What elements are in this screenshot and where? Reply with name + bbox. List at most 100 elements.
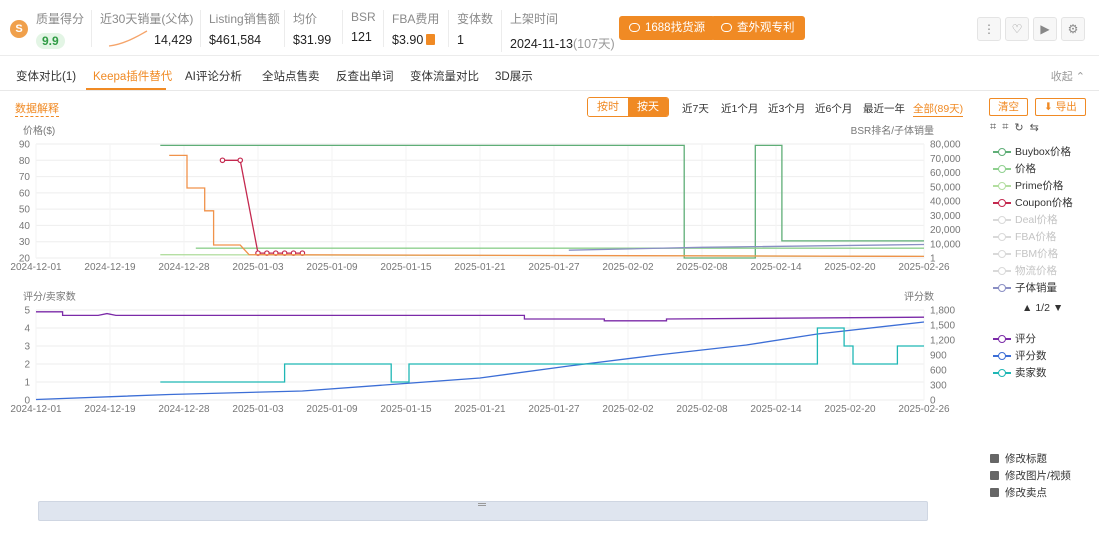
data-explain-link[interactable]: 数据解释 [15, 100, 59, 117]
legend-label: 卖家数 [1015, 367, 1047, 379]
refresh-icon[interactable]: ↻ [1014, 121, 1023, 134]
range-6m[interactable]: 近6个月 [815, 101, 852, 116]
y-tick-label: 2 [24, 360, 30, 371]
legend-label: FBM价格 [1015, 248, 1059, 260]
series-point [219, 157, 226, 164]
price-legend-item[interactable]: Prime价格 [993, 177, 1073, 194]
export-button[interactable]: ⬇ 导出 [1035, 98, 1086, 116]
legend-marker-icon [993, 266, 1011, 276]
sales-sparkline [108, 30, 148, 47]
price-legend-item[interactable]: Coupon价格 [993, 194, 1073, 211]
expand-icon[interactable]: ⌗ [990, 121, 996, 134]
price-legend-item[interactable]: 价格 [993, 160, 1073, 177]
range-7d[interactable]: 近7天 [682, 101, 709, 116]
patent-check-button[interactable]: 查外观专利 [711, 16, 805, 40]
tab-reverse-keywords[interactable]: 反查出单词 [336, 68, 394, 84]
tab-3d-display[interactable]: 3D展示 [495, 68, 533, 84]
shrink-icon[interactable]: ⌗ [1002, 121, 1008, 134]
quality-label: 质量得分 [36, 12, 85, 26]
metric-quality: 质量得分 9.9 [36, 10, 84, 49]
gear-icon[interactable]: ⚙ [1061, 17, 1085, 41]
rating-legend-item[interactable]: 卖家数 [993, 364, 1047, 381]
revenue-value: $461,584 [209, 33, 262, 47]
x-tick-label: 2025-01-27 [528, 262, 580, 273]
heart-icon[interactable]: ♡ [1005, 17, 1029, 41]
y2-tick-label: 1,800 [930, 306, 955, 317]
y-tick-label: 50 [19, 205, 31, 216]
text-icon [990, 454, 999, 463]
y-tick-label: 3 [24, 342, 30, 353]
edit-media-action[interactable]: 修改图片/视频 [990, 467, 1071, 484]
y2-tick-label: 50,000 [930, 182, 961, 193]
price-legend-item[interactable]: FBA价格 [993, 228, 1073, 245]
more-icon[interactable]: ⋮ [977, 17, 1001, 41]
link-icon [629, 23, 640, 32]
x-tick-label: 2025-01-21 [454, 262, 506, 273]
tab-variant-traffic-compare[interactable]: 变体流量对比 [410, 68, 479, 84]
collapse-button[interactable]: 收起 ⌃ [1051, 68, 1085, 84]
price-legend-item[interactable]: FBM价格 [993, 245, 1073, 262]
swap-icon[interactable]: ⇆ [1030, 121, 1039, 134]
brand-logo-icon: S [10, 20, 28, 38]
legend-marker-icon [993, 368, 1011, 378]
legend-label: 评分 [1015, 333, 1036, 345]
variants-value: 1 [457, 33, 464, 47]
tab-variant-compare[interactable]: 变体对比(1) [16, 68, 76, 84]
price-legend-item[interactable]: 子体销量 [993, 279, 1073, 296]
quality-score-badge: 9.9 [36, 33, 65, 49]
price-legend-item[interactable]: 物流价格 [993, 262, 1073, 279]
legend-rating: 评分评分数卖家数 [993, 330, 1047, 381]
x-tick-label: 2024-12-28 [158, 404, 210, 415]
calculator-icon[interactable] [426, 34, 436, 45]
y2-axis-title: 评分数 [904, 290, 934, 303]
legend-marker-icon [993, 198, 1011, 208]
granularity-toggle: 按时 按天 [587, 97, 669, 117]
sales-label: 近30天销量(父体) [100, 12, 194, 26]
x-tick-label: 2025-02-14 [750, 262, 802, 273]
legend-label: 物流价格 [1015, 265, 1057, 277]
y2-tick-label: 300 [930, 381, 947, 392]
legend-controls: ⌗ ⌗ ↻ ⇆ [990, 121, 1039, 134]
legend-label: Deal价格 [1015, 214, 1058, 226]
legend-marker-icon [993, 181, 1011, 191]
legend-label: FBA价格 [1015, 231, 1057, 243]
listed-age: (107天) [573, 37, 615, 51]
quick-actions: 修改标题 修改图片/视频 修改卖点 [990, 450, 1071, 501]
price-legend-item[interactable]: Buybox价格 [993, 143, 1073, 160]
range-1y[interactable]: 最近一年 [863, 101, 905, 116]
price-legend-item[interactable]: Deal价格 [993, 211, 1073, 228]
x-tick-label: 2025-02-20 [824, 404, 876, 415]
legend-price: Buybox价格价格 Prime价格 Coupon价格 Deal价格 FBA价格 FBM价… [993, 143, 1073, 296]
x-tick-label: 2025-02-02 [602, 404, 654, 415]
range-all[interactable]: 全部(89天) [913, 101, 964, 117]
legend-pager[interactable]: ▲ 1/2 ▼ [1022, 302, 1063, 314]
find-source-1688-button[interactable]: 1688找货源 [619, 16, 716, 40]
y2-tick-label: 60,000 [930, 168, 961, 179]
legend-label: Coupon价格 [1015, 197, 1073, 209]
legend-marker-icon [993, 249, 1011, 259]
range-1m[interactable]: 近1个月 [721, 101, 758, 116]
fba-value: $3.90 [392, 33, 424, 47]
legend-marker-icon [993, 147, 1011, 157]
tab-keepa-alternative[interactable]: Keepa插件替代 [93, 68, 172, 84]
rating-legend-item[interactable]: 评分 [993, 330, 1047, 347]
rating-legend-item[interactable]: 评分数 [993, 347, 1047, 364]
range-3m[interactable]: 近3个月 [768, 101, 805, 116]
clear-button[interactable]: 清空 [989, 98, 1028, 116]
edit-title-action[interactable]: 修改标题 [990, 450, 1071, 467]
x-tick-label: 2024-12-19 [84, 404, 136, 415]
x-tick-label: 2025-02-08 [676, 262, 728, 273]
legend-label: Buybox价格 [1015, 146, 1072, 158]
y-tick-label: 5 [24, 306, 30, 317]
tab-ai-review-analysis[interactable]: AI评论分析 [185, 68, 242, 84]
by-hour-button[interactable]: 按时 [588, 98, 628, 116]
x-tick-label: 2025-02-08 [676, 404, 728, 415]
tab-all-sites-selling[interactable]: 全站点售卖 [262, 68, 320, 84]
scrollbar-grip-icon[interactable] [478, 503, 486, 506]
charts-area[interactable]: 价格($) BSR排名/子体销量2030405060708090110,00020… [0, 120, 980, 420]
by-day-button[interactable]: 按天 [628, 98, 668, 116]
video-icon[interactable]: ▶ [1033, 17, 1057, 41]
x-tick-label: 2025-02-20 [824, 262, 876, 273]
edit-bullets-action[interactable]: 修改卖点 [990, 484, 1071, 501]
y2-tick-label: 600 [930, 366, 947, 377]
